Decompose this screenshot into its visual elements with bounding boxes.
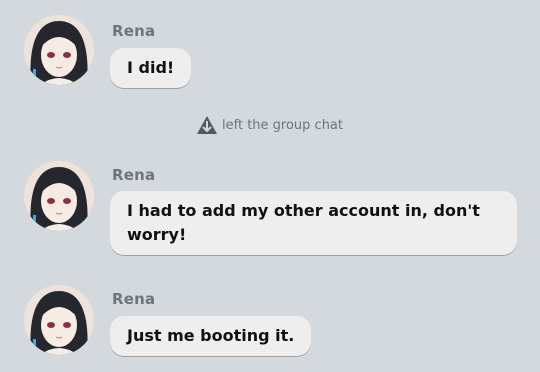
message-bubble: Just me booting it. xyxy=(110,316,312,356)
user-avatar-icon[interactable] xyxy=(24,161,94,231)
author-name[interactable]: Rena xyxy=(112,22,155,40)
message-bubble: I did! xyxy=(110,48,192,88)
user-avatar-icon[interactable] xyxy=(24,285,94,355)
user-avatar-icon[interactable] xyxy=(24,15,94,85)
system-event: left the group chat xyxy=(196,115,343,135)
leave-arrow-icon xyxy=(197,116,217,134)
message-bubble: I had to add my other account in, don't … xyxy=(110,191,517,255)
system-event-text: left the group chat xyxy=(222,117,343,133)
author-name[interactable]: Rena xyxy=(112,166,155,184)
author-name[interactable]: Rena xyxy=(112,290,155,308)
